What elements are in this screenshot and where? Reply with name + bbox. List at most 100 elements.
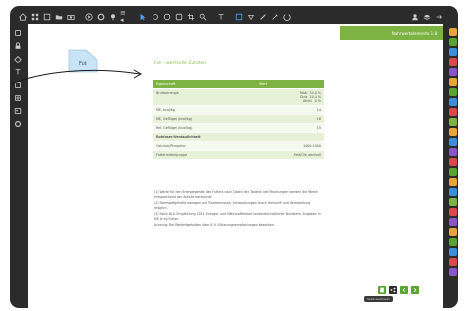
folder-icon[interactable]	[54, 12, 64, 22]
circle-icon[interactable]	[162, 12, 172, 22]
image-tool-icon[interactable]	[13, 106, 23, 116]
prev-page-icon[interactable]	[400, 286, 408, 294]
table-cell: Futtermittelgruppe	[153, 150, 257, 159]
layers-icon[interactable]	[422, 12, 432, 22]
table-row: Calcium/Phosphor 1000:1000	[153, 141, 324, 151]
app-shortcut-icon[interactable]	[449, 78, 457, 86]
page-header-band: Nahrwertelemente 1.8	[340, 26, 443, 40]
camera-icon[interactable]	[66, 12, 76, 22]
app-shortcut-icon[interactable]	[449, 178, 457, 186]
color-icon[interactable]	[234, 12, 244, 22]
app-shortcut-icon[interactable]	[449, 158, 457, 166]
undo-icon[interactable]	[150, 12, 160, 22]
app-shortcut-icon[interactable]	[449, 188, 457, 196]
hand-icon[interactable]	[246, 12, 256, 22]
table-cell: ME, Geflügel (kcal/kg)	[153, 114, 257, 124]
table-cell: Bruttoenergie	[153, 88, 257, 106]
share-icon[interactable]	[389, 286, 397, 294]
table-header-1: Eigenschaft	[153, 80, 257, 89]
zoom-icon[interactable]	[198, 12, 208, 22]
shape-tool-icon[interactable]	[13, 80, 23, 90]
page-icon[interactable]	[378, 286, 386, 294]
app-shortcut-icon[interactable]	[449, 98, 457, 106]
tooltip: Seite wechseln	[364, 296, 393, 302]
app-shortcut-icon[interactable]	[449, 228, 457, 236]
table-cell: Rohfaser/Verdaulichkeit	[153, 132, 257, 142]
app-shortcut-icon[interactable]	[449, 238, 457, 246]
brush-icon[interactable]	[270, 12, 280, 22]
table-cell: Ref. Geflügel (kcal/kg)	[153, 123, 257, 133]
export-icon[interactable]	[434, 12, 444, 22]
app-shortcut-icon[interactable]	[449, 168, 457, 176]
table-cell: Fett/Öle wertvoll	[256, 150, 324, 159]
nutrition-table: Eigenschaft Wert Bruttoenergie Total 34,0…	[153, 80, 324, 159]
text-icon[interactable]	[216, 12, 226, 22]
grid-icon[interactable]	[30, 12, 40, 22]
footnote: (2) Nährstoffgehalte bezogen auf Trocken…	[154, 201, 311, 210]
shape-icon[interactable]	[174, 12, 184, 22]
table-row: Bruttoenergie Total 34,0 % Duis 24,4 % Ah…	[153, 88, 324, 106]
eraser-icon[interactable]	[13, 54, 23, 64]
table-cell: Calcium/Phosphor	[153, 141, 257, 151]
pin-icon[interactable]	[108, 12, 118, 22]
copy-icon[interactable]	[13, 28, 23, 38]
document-page: Nahrwertelemente 1.8 Fut Fut – wertvolle…	[28, 24, 443, 308]
table-row: ME, kcal/kg 14	[153, 105, 324, 115]
clock-icon[interactable]	[282, 12, 292, 22]
app-shortcut-icon[interactable]	[449, 268, 457, 276]
sticky-note-label: Fut	[79, 61, 87, 67]
lock-icon[interactable]	[13, 41, 23, 51]
next-page-icon[interactable]	[411, 286, 419, 294]
app-shortcut-icon[interactable]	[449, 48, 457, 56]
table-cell: 16	[256, 114, 324, 124]
table-row: Ref. Geflügel (kcal/kg) 15	[153, 123, 324, 133]
square-icon[interactable]	[42, 12, 52, 22]
text-tool-icon[interactable]	[13, 67, 23, 77]
footnote: (1) Werte für den Energiegehalt des Futt…	[154, 190, 318, 199]
app-shortcut-icon[interactable]	[449, 218, 457, 226]
footnotes: (1) Werte für den Energiegehalt des Futt…	[154, 190, 324, 230]
app-shortcut-icon[interactable]	[449, 138, 457, 146]
app-shortcut-icon[interactable]	[449, 208, 457, 216]
app-shortcut-icon[interactable]	[449, 108, 457, 116]
app-shortcut-icon[interactable]	[449, 118, 457, 126]
app-shortcut-icon[interactable]	[449, 88, 457, 96]
grid-tool-icon[interactable]	[13, 93, 23, 103]
table-cell: 15	[256, 123, 324, 133]
sticky-note[interactable]: Fut	[68, 49, 98, 73]
table-row: Rohfaser/Verdaulichkeit	[153, 132, 324, 142]
app-shortcut-icon[interactable]	[449, 38, 457, 46]
table-title: Fut – wertvolle Zutaten	[154, 61, 207, 66]
table-cell: 14	[256, 105, 324, 115]
table-row: Futtermittelgruppe Fett/Öle wertvoll	[153, 150, 324, 159]
app-shortcut-icon[interactable]	[449, 248, 457, 256]
table-cell: ME, kcal/kg	[153, 105, 257, 115]
app-shortcut-icon[interactable]	[449, 148, 457, 156]
table-cell	[256, 132, 324, 142]
play-icon[interactable]	[84, 12, 94, 22]
pen-icon[interactable]	[258, 12, 268, 22]
table-cell: Total 34,0 % Duis 24,4 % Ahdd 0 %	[256, 88, 324, 106]
right-sidebar	[448, 28, 458, 276]
cursor-icon[interactable]	[138, 12, 148, 22]
footnote: Achtung: Bei Rohfettgehalten über 6 % Fü…	[154, 223, 275, 227]
app-shortcut-icon[interactable]	[449, 128, 457, 136]
app-shortcut-icon[interactable]	[449, 68, 457, 76]
table-header-2: Wert	[256, 80, 324, 89]
app-shortcut-icon[interactable]	[449, 58, 457, 66]
user-icon[interactable]	[410, 12, 420, 22]
app-shortcut-icon[interactable]	[449, 28, 457, 36]
table-row: ME, Geflügel (kcal/kg) 16	[153, 114, 324, 124]
crop-icon[interactable]	[186, 12, 196, 22]
settings-icon[interactable]	[96, 12, 106, 22]
settings-tool-icon[interactable]	[13, 119, 23, 129]
app-shortcut-icon[interactable]	[449, 258, 457, 266]
footnote: (3) Nach DLG-Empfehlung 2011 Energie- un…	[154, 212, 321, 221]
app-shortcut-icon[interactable]	[449, 198, 457, 206]
top-toolbar: ≡ ◂	[18, 9, 446, 23]
table-cell: 1000:1000	[256, 141, 324, 151]
left-sidebar	[13, 28, 23, 129]
zoom-text[interactable]: ≡ ◂	[120, 9, 130, 23]
home-icon[interactable]	[18, 12, 28, 22]
bottom-toolbar	[378, 286, 419, 294]
